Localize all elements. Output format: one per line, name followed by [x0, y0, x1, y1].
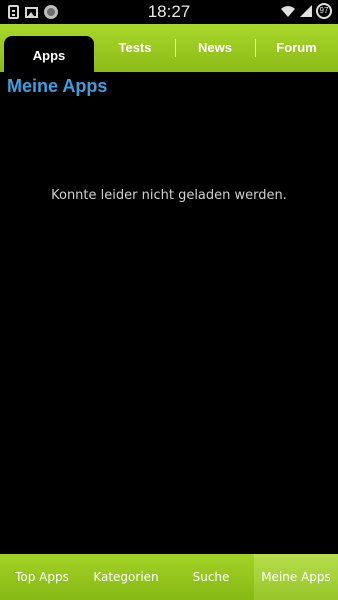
nav-kategorien[interactable]: Kategorien [84, 554, 168, 600]
tab-tests[interactable]: Tests [95, 24, 175, 72]
nav-meine-apps[interactable]: Meine Apps [254, 554, 338, 600]
error-message: Konnte leider nicht geladen werden. [51, 188, 287, 203]
page-title: Meine Apps [7, 76, 108, 96]
bottom-nav: Top Apps Kategorien Suche Meine Apps [0, 554, 338, 600]
signal-icon [300, 5, 312, 17]
nav-suche[interactable]: Suche [168, 554, 254, 600]
battery-icon: 97 [316, 3, 332, 19]
top-tab-bar: Apps Tests News Forum [0, 24, 338, 72]
wifi-icon [281, 6, 295, 17]
tab-forum[interactable]: Forum [255, 24, 338, 72]
status-bar: 18:27 97 [0, 0, 338, 24]
tab-apps[interactable]: Apps [4, 36, 94, 72]
nav-top-apps[interactable]: Top Apps [0, 554, 84, 600]
tab-news[interactable]: News [175, 24, 255, 72]
